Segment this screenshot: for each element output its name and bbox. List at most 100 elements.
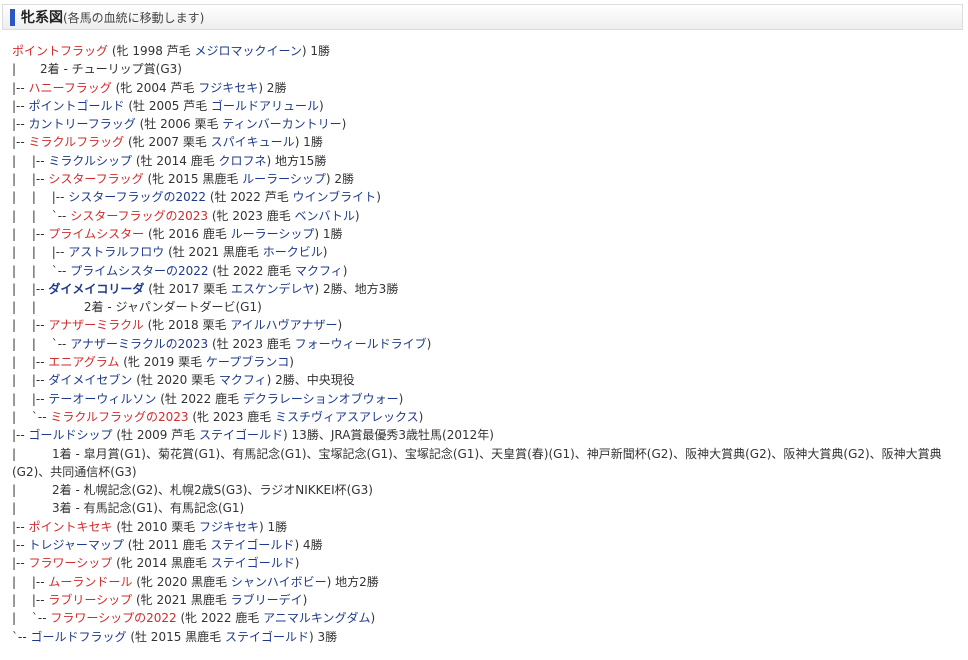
sire-link[interactable]: ルーラーシップ (231, 227, 315, 241)
sire-link[interactable]: スパイキュール (211, 135, 295, 149)
horse-name-link[interactable]: ダイメイセブン (48, 373, 132, 387)
tree-branch: |-- (12, 80, 29, 95)
sire-link[interactable]: シャンハイボビー (231, 575, 327, 589)
horse-line: |-- ハニーフラッグ (牝 2004 芦毛 フジキセキ) 2勝 (12, 79, 958, 97)
horse-meta: (牡 2011 鹿毛 (123, 538, 211, 553)
horse-meta: (牡 2022 芦毛 (206, 190, 293, 205)
horse-name-link[interactable]: ポイントゴールド (29, 99, 125, 113)
horse-name-link[interactable]: シスターフラッグの2023 (70, 209, 208, 223)
sire-link[interactable]: マクフィ (295, 264, 343, 278)
sire-link[interactable]: ステイゴールド (225, 630, 309, 644)
horse-meta: (牝 2020 黒鹿毛 (132, 574, 231, 589)
sire-link[interactable]: デクラレーションオブウォー (243, 392, 399, 406)
horse-name-link[interactable]: テーオーウィルソン (48, 392, 156, 406)
sire-link[interactable]: ホークビル (263, 245, 323, 259)
tree-branch: | |-- (12, 592, 49, 607)
horse-meta: (牡 2021 黒鹿毛 (164, 245, 263, 260)
sire-link[interactable]: マクフィ (219, 373, 267, 387)
sire-link[interactable]: ケープブランコ (206, 355, 289, 369)
horse-line: | |-- アナザーミラクル (牝 2018 栗毛 アイルハヴアナザー) (12, 316, 958, 334)
horse-name-link[interactable]: ゴールドシップ (29, 428, 113, 442)
horse-name-link[interactable]: アストラルフロウ (68, 245, 164, 259)
horse-name-link[interactable]: エニアグラム (48, 355, 119, 369)
header-accent-bar (10, 9, 15, 26)
horse-record: ) (376, 190, 381, 205)
horse-name-link[interactable]: シスターフラッグの2022 (68, 190, 206, 204)
horse-meta: (牡 2020 栗毛 (132, 373, 219, 388)
horse-meta: (牝 1998 芦毛 (108, 44, 195, 58)
horse-name-link[interactable]: アナザーミラクルの2023 (70, 337, 208, 351)
sire-link[interactable]: フジキセキ (198, 81, 258, 95)
horse-record: ) 1勝 (259, 519, 288, 534)
sire-link[interactable]: ルーラーシップ (242, 172, 326, 186)
horse-name-link[interactable]: シスターフラッグ (48, 172, 143, 186)
horse-line: | | `-- プライムシスターの2022 (牡 2022 鹿毛 マクフィ) (12, 262, 958, 280)
tree-branch: | |-- (12, 373, 49, 388)
horse-record: ) 2勝、地方3勝 (314, 281, 399, 296)
horse-name-link[interactable]: ゴールドフラッグ (30, 630, 126, 644)
horse-line: |-- カントリーフラッグ (牡 2006 栗毛 ティンバーカントリー) (12, 115, 958, 133)
horse-name-link[interactable]: ダイメイコリーダ (48, 282, 144, 296)
tree-branch: |-- (12, 556, 29, 571)
horse-name-link[interactable]: ムーランドール (48, 575, 132, 589)
sire-link[interactable]: ミスチヴィアスアレックス (275, 410, 419, 424)
horse-record: ) (337, 318, 343, 333)
horse-name-link[interactable]: プライムシスターの2022 (70, 264, 208, 278)
horse-line: |-- ミラクルフラッグ (牝 2007 栗毛 スパイキュール) 1勝 (12, 133, 958, 151)
tree-branch: | | |-- (12, 245, 69, 260)
tree-branch: | | (12, 300, 84, 315)
sire-link[interactable]: ティンバーカントリー (222, 117, 341, 131)
sire-link[interactable]: クロフネ (219, 154, 267, 168)
horse-name-link[interactable]: フラワーシップ (29, 556, 113, 570)
horse-name-link[interactable]: ミラクルシップ (48, 154, 132, 168)
horse-name-link[interactable]: ミラクルフラッグの2023 (50, 410, 188, 424)
sire-link[interactable]: ステイゴールド (210, 538, 294, 552)
sire-link[interactable]: メジロマックイーン (195, 44, 302, 58)
tree-branch: | |-- (12, 153, 49, 168)
sire-link[interactable]: アイルハヴアナザー (230, 318, 337, 332)
horse-record: ) (426, 336, 432, 351)
sire-link[interactable]: フォーウィールドライブ (295, 337, 427, 351)
sire-link[interactable]: フジキセキ (199, 520, 259, 534)
horse-record: ) (302, 592, 308, 607)
tree-branch: `-- (12, 629, 31, 644)
horse-name-link[interactable]: ラブリーシップ (48, 593, 132, 607)
horse-name-link[interactable]: ミラクルフラッグ (29, 135, 125, 149)
tree-branch: | |-- (12, 281, 49, 296)
sire-link[interactable]: ベンバトル (295, 209, 355, 223)
sire-link[interactable]: エスケンデレヤ (231, 282, 315, 296)
sire-link[interactable]: ウインブライト (293, 190, 377, 204)
sire-link[interactable]: ゴールドアリュール (211, 99, 319, 113)
tree-branch: | |-- (12, 355, 49, 370)
race-result-text: 2着 - ジャパンダートダービ(G1) (83, 300, 262, 315)
horse-name-link[interactable]: ポイントキセキ (29, 520, 113, 534)
horse-name-link[interactable]: フラワーシップの2022 (50, 611, 176, 625)
horse-record: ) (370, 611, 376, 626)
horse-line: | |-- シスターフラッグ (牝 2015 黒鹿毛 ルーラーシップ) 2勝 (12, 170, 958, 188)
horse-name-link[interactable]: カントリーフラッグ (29, 117, 136, 131)
section-header: 牝系図(各馬の血統に移動します) (2, 4, 963, 30)
sire-link[interactable]: ステイゴールド (199, 428, 283, 442)
horse-name-link[interactable]: プライムシスター (48, 227, 144, 241)
sire-link[interactable]: アニマルキングダム (263, 611, 370, 625)
horse-line: | |-- ダイメイコリーダ (牡 2017 栗毛 エスケンデレヤ) 2勝、地方… (12, 280, 958, 298)
horse-meta: (牡 2022 鹿毛 (156, 391, 243, 406)
horse-record: ) 2勝 (325, 172, 355, 187)
horse-line: |-- ポイントキセキ (牡 2010 栗毛 フジキセキ) 1勝 (12, 518, 958, 536)
sire-link[interactable]: ラブリーデイ (231, 593, 303, 607)
tree-branch: | (12, 62, 41, 77)
horse-meta: (牡 2015 黒鹿毛 (126, 629, 225, 644)
horse-meta: (牝 2014 黒鹿毛 (112, 556, 211, 571)
horse-name-link[interactable]: アナザーミラクル (48, 318, 143, 332)
sire-link[interactable]: ステイゴールド (211, 556, 295, 570)
race-result-line: | 2着 - 札幌記念(G2)、札幌2歳S(G3)、ラジオNIKKEI杯(G3) (12, 481, 958, 499)
horse-record: ) (289, 355, 294, 370)
horse-name-link[interactable]: トレジャーマップ (29, 538, 124, 552)
race-result-line: | 3着 - 有馬記念(G1)、有馬記念(G1) (12, 499, 958, 517)
horse-meta: (牝 2018 栗毛 (143, 318, 231, 333)
horse-name-link[interactable]: ポイントフラッグ (12, 44, 108, 58)
tree-branch: | | |-- (12, 190, 69, 205)
horse-name-link[interactable]: ハニーフラッグ (29, 81, 112, 95)
race-result-line: | | 2着 - ジャパンダートダービ(G1) (12, 298, 958, 316)
horse-meta: (牡 2005 芦毛 (124, 98, 212, 113)
